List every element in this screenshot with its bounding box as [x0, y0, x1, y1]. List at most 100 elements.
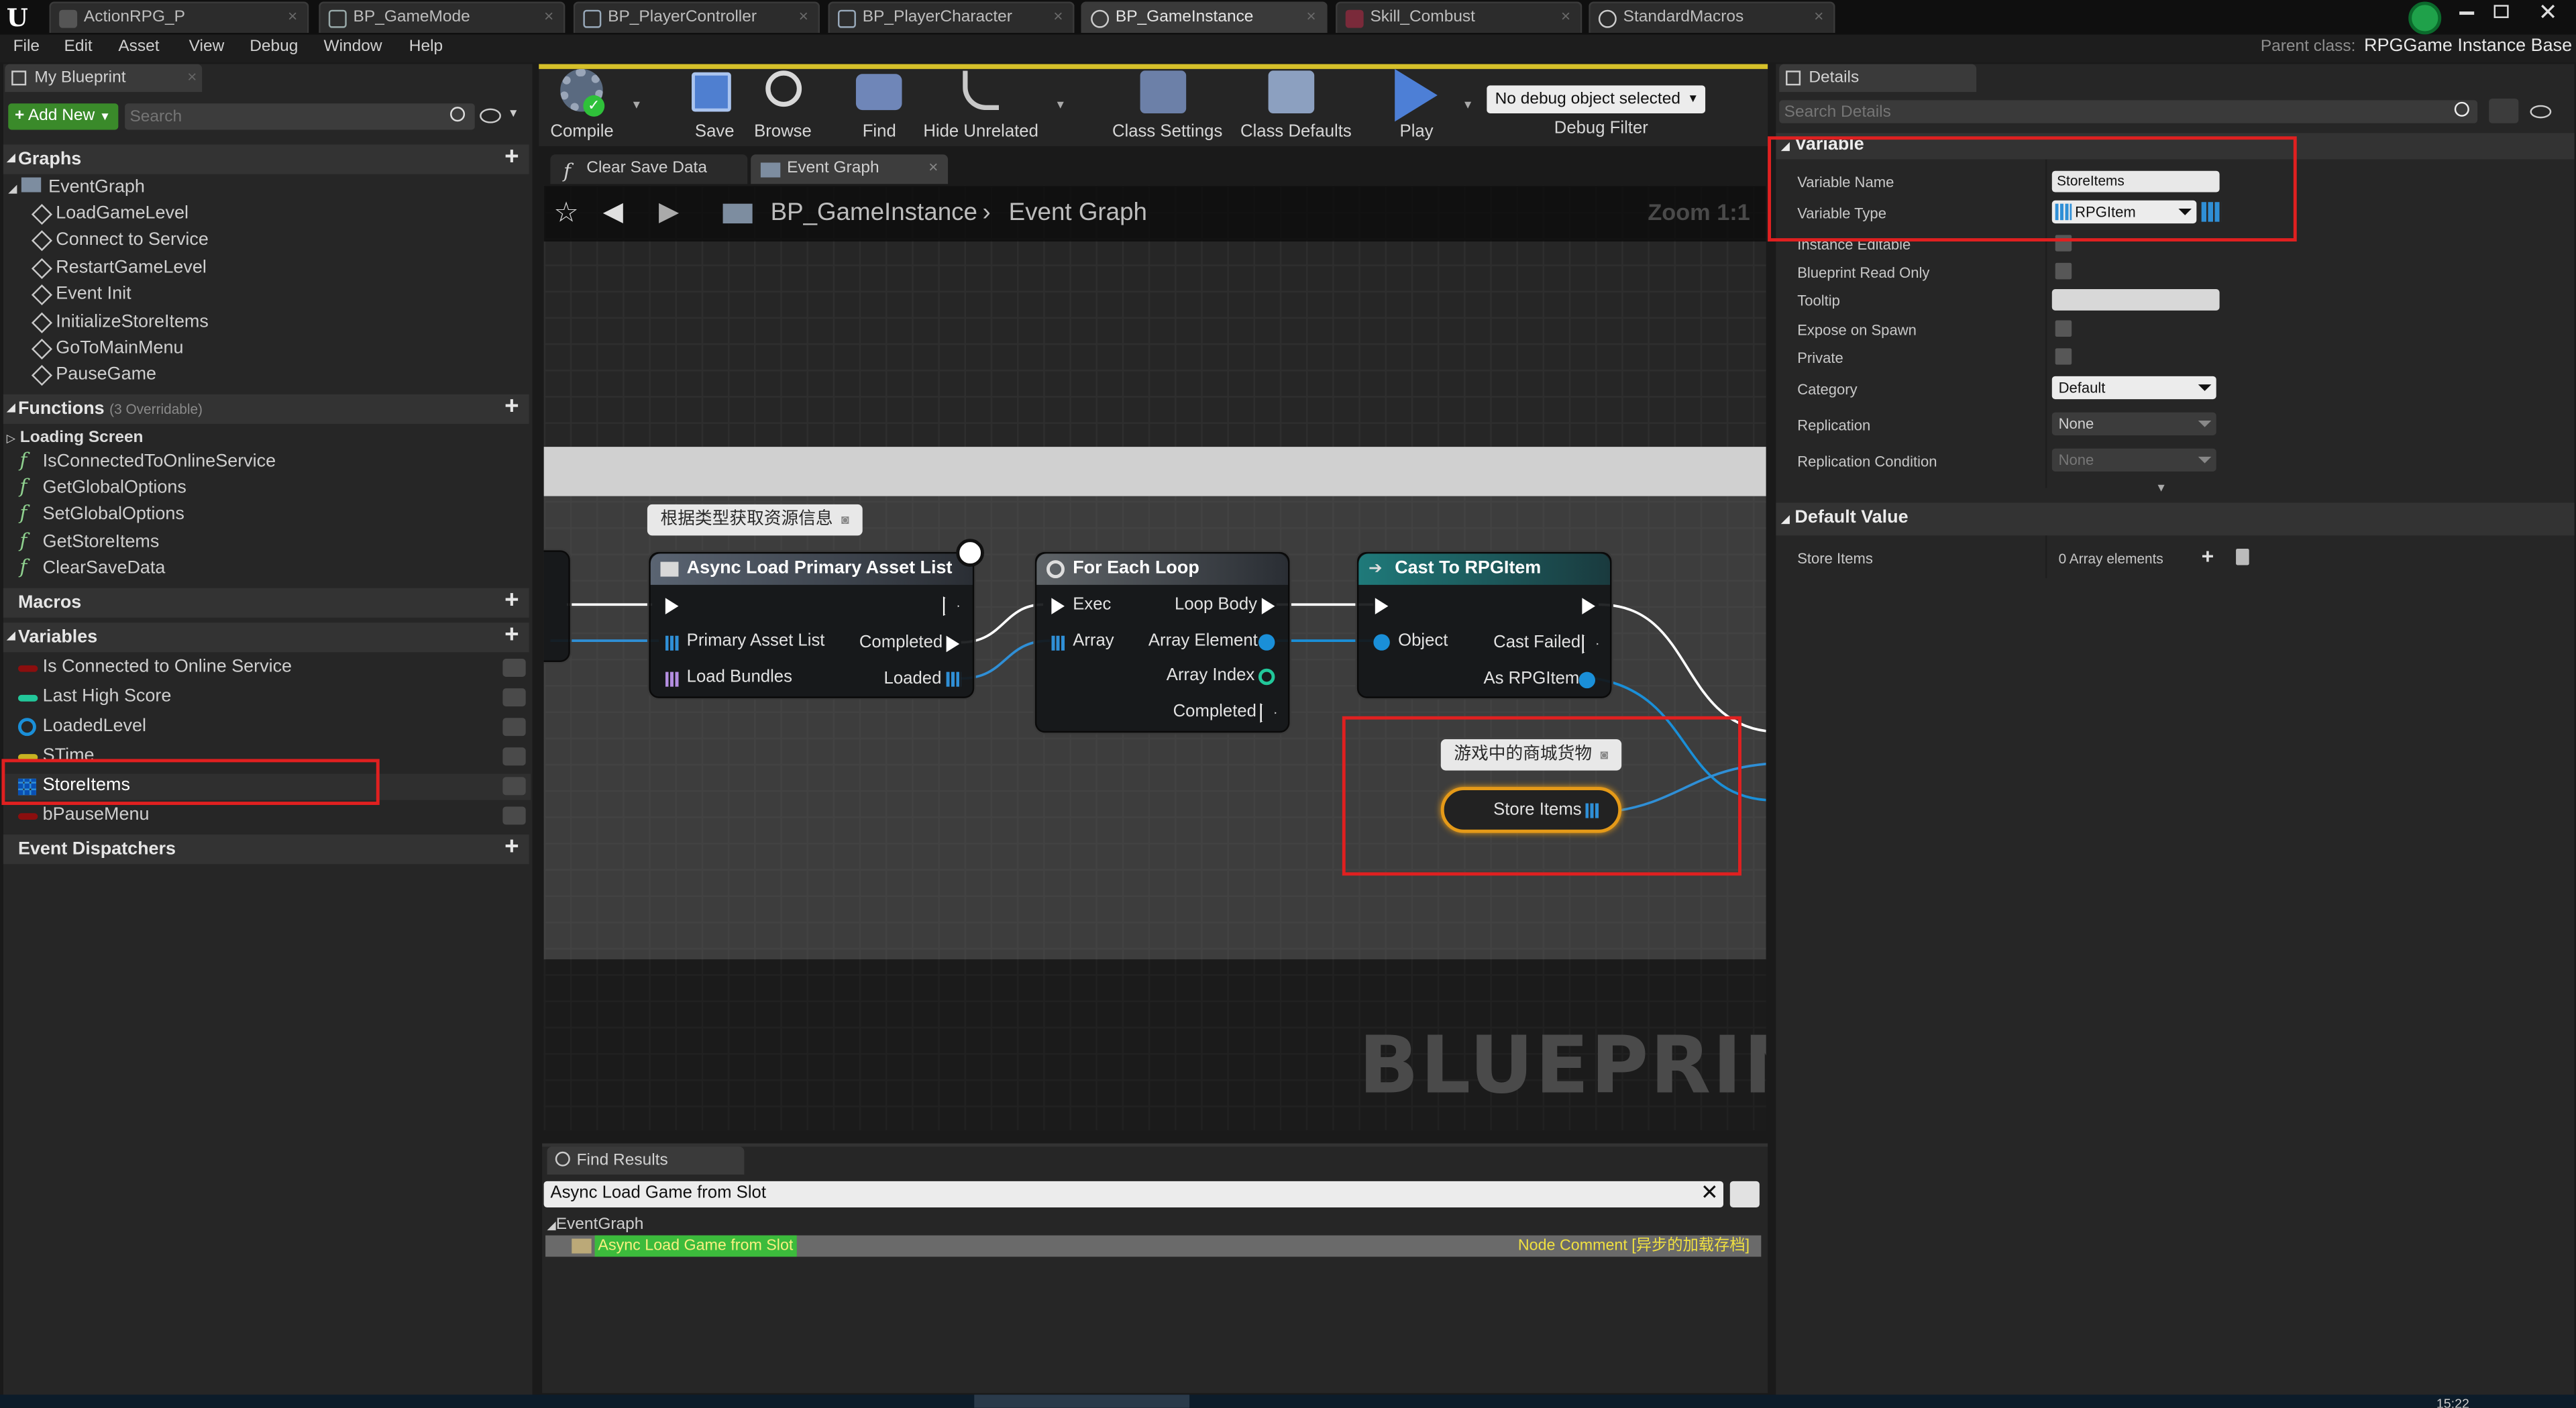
add-element-icon[interactable]: + — [2202, 544, 2214, 569]
object-out-pin[interactable] — [1578, 671, 1595, 689]
replication-condition-select[interactable]: None — [2051, 448, 2216, 472]
exec-in-pin[interactable] — [1051, 598, 1065, 614]
find-in-all-blueprints-icon[interactable] — [1729, 1181, 1760, 1208]
menu-debug[interactable]: Debug — [250, 38, 298, 56]
add-variable-icon[interactable]: + — [501, 622, 523, 647]
exec-out-pin-outline[interactable] — [1260, 703, 1277, 723]
tab-actionrpg-p[interactable]: ActionRPG_P × — [49, 1, 309, 33]
macros-section[interactable]: Macros + — [3, 588, 529, 618]
menu-asset[interactable]: Asset — [118, 38, 159, 56]
view-options-icon[interactable] — [2530, 105, 2552, 119]
private-checkbox[interactable] — [2055, 348, 2072, 365]
tab-standardmacros[interactable]: StandardMacros × — [1589, 1, 1835, 33]
add-graph-icon[interactable]: + — [501, 145, 523, 170]
property-matrix-icon[interactable] — [2489, 98, 2519, 123]
visibility-eye-icon[interactable] — [502, 806, 526, 825]
node-comment-bubble[interactable]: 根据类型获取资源信息 ◙ — [647, 504, 863, 536]
search-icon[interactable] — [450, 107, 466, 122]
functions-section[interactable]: ◢ Functions (3 Overridable) + — [3, 394, 529, 424]
read-only-checkbox[interactable] — [2055, 262, 2072, 280]
find-results-group-eventgraph[interactable]: ◢EventGraph — [547, 1215, 644, 1234]
close-icon[interactable]: × — [1561, 3, 1570, 33]
close-window-icon[interactable]: ✕ — [2538, 0, 2558, 26]
visibility-eye-icon[interactable] — [502, 659, 526, 677]
exec-in-pin[interactable] — [665, 598, 679, 614]
close-icon[interactable]: × — [544, 3, 553, 33]
blueprint-search-box[interactable] — [125, 103, 475, 130]
menu-edit[interactable]: Edit — [64, 38, 93, 56]
tab-event-graph[interactable]: Event Graph × — [751, 154, 949, 184]
menu-file[interactable]: File — [13, 38, 40, 56]
exec-out-pin[interactable] — [946, 635, 960, 653]
default-value-section-title[interactable]: ◢ Default Value — [1781, 508, 1909, 527]
source-control-icon[interactable] — [2408, 1, 2442, 35]
replication-select[interactable]: None — [2051, 412, 2216, 435]
tab-bp-playercontroller[interactable]: BP_PlayerController × — [573, 1, 820, 33]
tab-bp-gameinstance[interactable]: BP_GameInstance × — [1081, 1, 1328, 33]
delete-elements-icon[interactable] — [2236, 548, 2249, 565]
category-select[interactable]: Default — [2051, 376, 2216, 400]
for-each-loop-node[interactable]: For Each Loop Exec Array Loop Body Array… — [1034, 551, 1290, 733]
variable-item-loadedlevel[interactable]: LoadedLevel — [16, 716, 146, 737]
advanced-expand-icon[interactable]: ▼ — [2155, 483, 2167, 494]
pin-icon[interactable]: ◙ — [841, 512, 849, 527]
visibility-eye-icon[interactable] — [502, 777, 526, 796]
event-graph-item[interactable]: ◢ EventGraph — [8, 177, 145, 197]
event-dispatchers-section[interactable]: Event Dispatchers + — [3, 834, 529, 865]
offscreen-node[interactable] — [543, 550, 570, 662]
visibility-eye-icon[interactable] — [502, 747, 526, 766]
variable-item-is-connected[interactable]: Is Connected to Online Service — [16, 657, 292, 677]
exec-out-pin[interactable] — [1261, 598, 1275, 614]
menu-help[interactable]: Help — [409, 38, 443, 56]
graph-item-loadgamelevel[interactable]: LoadGameLevel — [31, 204, 189, 225]
array-pin-icon[interactable] — [665, 635, 680, 651]
function-item-isconnectedtoonlineservice[interactable]: f IsConnectedToOnlineService — [19, 449, 276, 472]
object-in-pin[interactable] — [1373, 634, 1390, 651]
variables-section[interactable]: ◢ Variables + — [3, 622, 529, 653]
graph-item-connect-to-service[interactable]: Connect to Service — [31, 230, 209, 252]
graph-item-restartgamelevel[interactable]: RestartGameLevel — [31, 258, 207, 279]
parent-class-value[interactable]: RPGGame Instance Base — [2364, 36, 2572, 56]
variable-item-last-high-score[interactable]: Last High Score — [16, 687, 171, 706]
details-search-input[interactable] — [1784, 100, 2442, 123]
exec-in-pin[interactable] — [1375, 598, 1389, 614]
tab-bp-gamemode[interactable]: BP_GameMode × — [319, 1, 566, 33]
compile-options-arrow-icon[interactable]: ▼ — [631, 100, 642, 111]
add-function-icon[interactable]: + — [501, 394, 523, 419]
function-item-setglobaloptions[interactable]: f SetGlobalOptions — [19, 501, 184, 524]
maximize-icon[interactable] — [2493, 5, 2509, 18]
function-category-loading-screen[interactable]: ▷ Loading Screen — [7, 429, 144, 447]
find-results-tab[interactable]: Find Results — [547, 1146, 745, 1175]
play-options-arrow-icon[interactable]: ▼ — [1462, 100, 1474, 111]
tab-skill-combust[interactable]: Skill_Combust × — [1336, 1, 1582, 33]
close-icon[interactable]: × — [799, 3, 808, 33]
taskbar-active-app[interactable] — [974, 1395, 1190, 1408]
close-icon[interactable]: × — [1814, 3, 1823, 33]
menu-view[interactable]: View — [189, 38, 225, 56]
clear-search-icon[interactable]: ✕ — [1701, 1179, 1719, 1205]
visibility-eye-icon[interactable] — [502, 718, 526, 737]
close-icon[interactable]: × — [928, 154, 938, 184]
close-icon[interactable]: × — [1306, 3, 1316, 33]
close-icon[interactable]: × — [1053, 3, 1063, 33]
cast-to-rpgitem-node[interactable]: ➔ Cast To RPGItem Object Cast Failed As R… — [1356, 551, 1612, 698]
exec-out-pin[interactable] — [1582, 598, 1595, 614]
minimize-icon[interactable] — [2459, 11, 2475, 15]
view-options-icon[interactable] — [480, 108, 501, 123]
hide-options-arrow-icon[interactable]: ▼ — [1055, 100, 1066, 111]
search-icon[interactable] — [2454, 101, 2469, 117]
tab-clear-save-data[interactable]: f Clear Save Data — [550, 154, 748, 184]
chevron-down-icon[interactable]: ▼ — [508, 109, 519, 120]
find-results-query-box[interactable]: Async Load Game from Slot ✕ — [543, 1179, 1724, 1208]
visibility-eye-icon[interactable] — [502, 688, 526, 707]
variable-item-bpausemenu[interactable]: bPauseMenu — [16, 805, 149, 824]
expose-on-spawn-checkbox[interactable] — [2055, 320, 2072, 337]
graph-item-pausegame[interactable]: PauseGame — [31, 365, 156, 386]
graph-item-initializestoreitems[interactable]: InitializeStoreItems — [31, 312, 209, 333]
tooltip-input[interactable] — [2051, 289, 2220, 311]
menu-window[interactable]: Window — [323, 38, 382, 56]
add-macro-icon[interactable]: + — [501, 588, 523, 613]
graph-item-event-init[interactable]: Event Init — [31, 284, 131, 306]
close-icon[interactable]: × — [288, 3, 297, 33]
debug-object-select[interactable]: No debug object selected ▼ — [1487, 85, 1706, 113]
